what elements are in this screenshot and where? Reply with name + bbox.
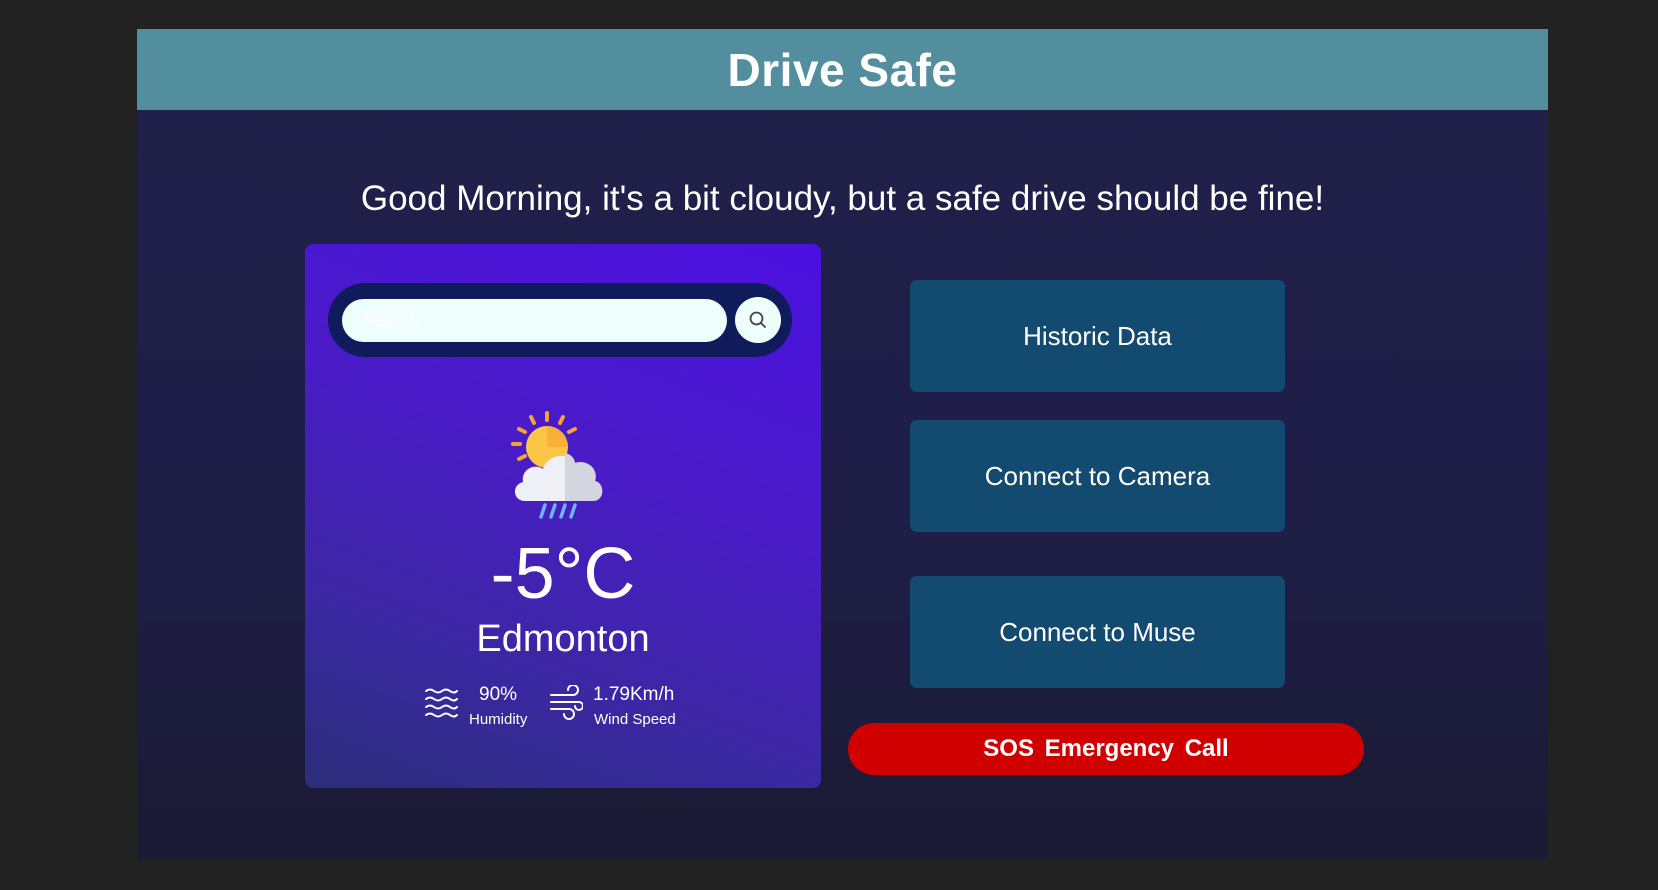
- humidity-waves-icon: [425, 688, 458, 718]
- humidity-value: 90%: [479, 684, 518, 705]
- header-bar: Drive Safe: [137, 29, 1548, 110]
- humidity-label: Humidity: [469, 711, 528, 728]
- temperature: -5°C: [490, 534, 636, 614]
- search-icon: [749, 311, 766, 328]
- partly-cloudy-rain-icon: [511, 411, 603, 519]
- wind-value: 1.79Km/h: [593, 684, 675, 705]
- wind-icon: [550, 685, 583, 720]
- connect-muse-button[interactable]: Connect to Muse: [910, 576, 1285, 688]
- historic-data-button[interactable]: Historic Data: [910, 280, 1285, 392]
- connect-camera-button[interactable]: Connect to Camera: [910, 420, 1285, 532]
- search-input[interactable]: [342, 299, 727, 342]
- sos-emergency-call-button[interactable]: SOS Emergency Call: [848, 723, 1364, 775]
- app-container: Drive Safe Good Morning, it's a bit clou…: [137, 29, 1548, 859]
- greeting-message: Good Morning, it's a bit cloudy, but a s…: [360, 179, 1325, 218]
- app-title: Drive Safe: [727, 43, 958, 96]
- weather-card: -5°C Edmonton 90% Humidity 1.79Km/h Wind…: [305, 244, 821, 788]
- search-bar: [328, 283, 792, 357]
- city-name: Edmonton: [476, 618, 650, 660]
- wind-label: Wind Speed: [594, 711, 676, 728]
- search-button[interactable]: [735, 297, 781, 343]
